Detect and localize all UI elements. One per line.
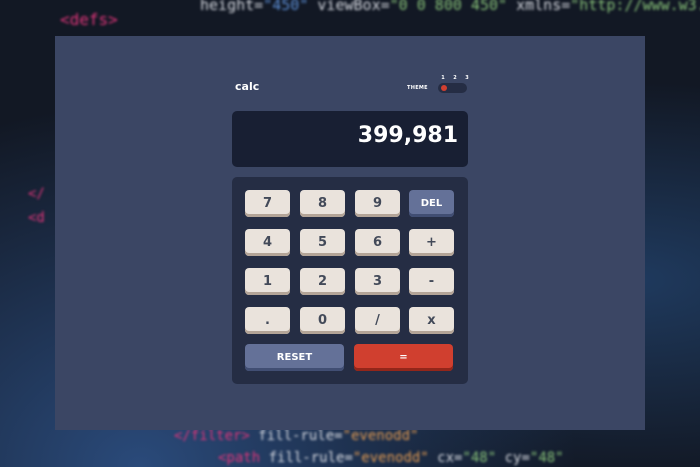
- theme-toggle-knob[interactable]: [441, 85, 447, 91]
- app-logo: calc: [235, 80, 260, 93]
- theme-number-1: 1: [441, 75, 445, 81]
- backdrop-code-line: </filter> fill-rule="evenodd": [174, 428, 418, 444]
- theme-label: THEME: [407, 85, 428, 91]
- display-value: 399,981: [357, 123, 458, 148]
- keypad: RESET = 7 8 9 DEL 4 5 6 +1 2 3-. 0 / x: [232, 177, 468, 384]
- code-token: "48": [529, 450, 564, 466]
- code-token: </: [28, 186, 45, 202]
- theme-number-2: 2: [453, 75, 457, 81]
- code-token: <path: [218, 450, 261, 466]
- subtract-button[interactable]: -: [409, 268, 454, 295]
- backdrop-code-line: height="450" viewBox="0 0 800 450" xmlns…: [200, 0, 700, 14]
- reset-button[interactable]: RESET: [245, 344, 344, 371]
- calculator-header: calc THEME 1 2 3: [235, 75, 471, 102]
- code-token: "48": [462, 450, 497, 466]
- code-token: fill-rule=: [249, 428, 343, 444]
- decimal-button[interactable]: .: [245, 307, 290, 334]
- add-button[interactable]: +: [409, 229, 454, 256]
- code-token: </filter>: [174, 428, 250, 444]
- key-5[interactable]: 5: [300, 229, 345, 256]
- calculator-panel: calc THEME 1 2 3 399,981 RESET = 7 8 9 DEL 4…: [55, 36, 645, 430]
- code-token: "http://www.w3.org/2000": [570, 0, 700, 14]
- key-0[interactable]: 0: [300, 307, 345, 334]
- code-token: <d: [28, 210, 45, 226]
- backdrop-code-line: <d: [28, 210, 45, 226]
- code-token: viewBox=: [308, 0, 390, 14]
- multiply-button[interactable]: x: [409, 307, 454, 334]
- code-token: cx=: [428, 450, 463, 466]
- backdrop-code-line: </: [28, 186, 45, 202]
- equals-button[interactable]: =: [354, 344, 453, 371]
- theme-numbers: 1 2 3: [439, 75, 471, 81]
- key-2[interactable]: 2: [300, 268, 345, 295]
- key-6[interactable]: 6: [355, 229, 400, 256]
- code-token: "450": [263, 0, 309, 14]
- delete-button[interactable]: DEL: [409, 190, 454, 217]
- key-9[interactable]: 9: [355, 190, 400, 217]
- backdrop-code-line: <defs>: [60, 10, 118, 29]
- key-1[interactable]: 1: [245, 268, 290, 295]
- code-token: xmlns=: [507, 0, 571, 14]
- code-token: "evenodd": [352, 450, 429, 466]
- code-token: <defs>: [60, 10, 118, 29]
- key-3[interactable]: 3: [355, 268, 400, 295]
- code-token: height=: [200, 0, 264, 14]
- code-token: fill-rule=: [260, 450, 353, 466]
- code-token: cy=: [496, 450, 530, 466]
- key-4[interactable]: 4: [245, 229, 290, 256]
- key-7[interactable]: 7: [245, 190, 290, 217]
- calculator-display: 399,981: [232, 111, 468, 167]
- theme-toggle[interactable]: [438, 83, 467, 93]
- backdrop-code-line: <path fill-rule="evenodd" cx="48" cy="48…: [218, 450, 564, 466]
- code-token: "evenodd": [342, 428, 419, 444]
- divide-button[interactable]: /: [355, 307, 400, 334]
- theme-number-3: 3: [465, 75, 469, 81]
- key-8[interactable]: 8: [300, 190, 345, 217]
- code-token: "0 0 800 450": [389, 0, 508, 14]
